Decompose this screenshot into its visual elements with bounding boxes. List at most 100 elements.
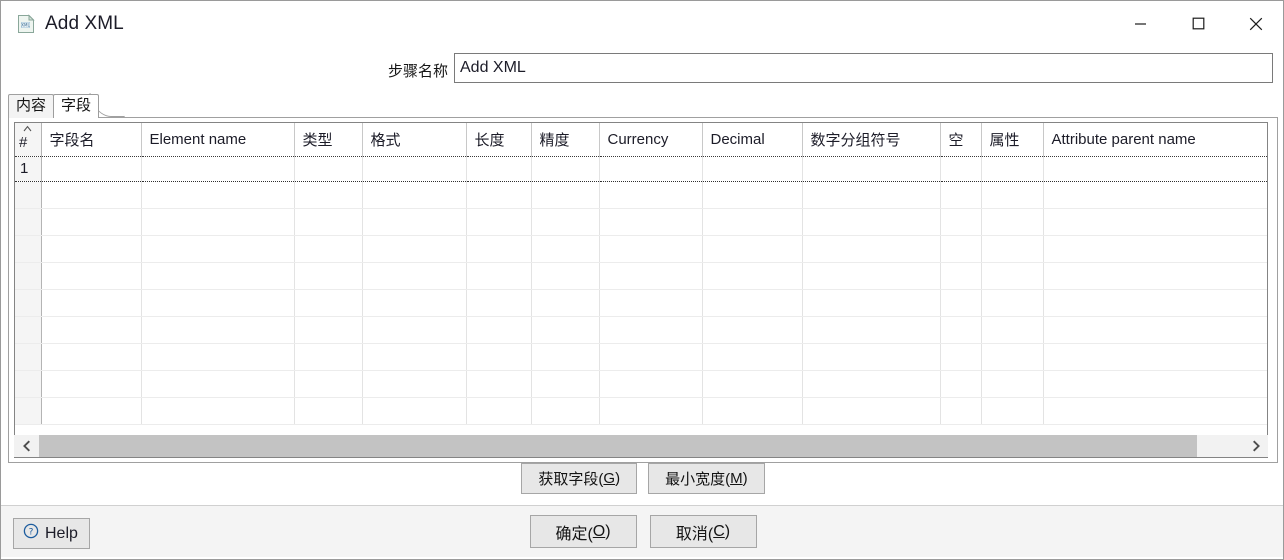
get-fields-button[interactable]: 获取字段( G): [521, 463, 638, 494]
cell-precision[interactable]: [531, 156, 600, 182]
cell-precision[interactable]: [531, 316, 600, 344]
cell-null[interactable]: [940, 208, 982, 236]
cell-format[interactable]: [362, 289, 467, 317]
cell-type[interactable]: [294, 316, 363, 344]
cell-currency[interactable]: [599, 262, 703, 290]
cell-decimal[interactable]: [702, 289, 803, 317]
cell-attrparent[interactable]: [1043, 156, 1267, 182]
cell-type[interactable]: [294, 208, 363, 236]
table-row[interactable]: [15, 370, 1267, 398]
cell-currency[interactable]: [599, 343, 703, 371]
cell-attrparent[interactable]: [1043, 235, 1267, 263]
cell-precision[interactable]: [531, 289, 600, 317]
cell-grouping[interactable]: [802, 316, 941, 344]
cell-currency[interactable]: [599, 397, 703, 425]
tab-content[interactable]: 内容: [8, 94, 55, 118]
cell-attribute[interactable]: [981, 208, 1044, 236]
cell-null[interactable]: [940, 156, 982, 182]
cell-fieldname[interactable]: [41, 370, 142, 398]
table-row[interactable]: [15, 262, 1267, 290]
table-row[interactable]: [15, 316, 1267, 344]
cell-grouping[interactable]: [802, 289, 941, 317]
chevron-left-icon[interactable]: [14, 435, 39, 457]
cell-type[interactable]: [294, 289, 363, 317]
cell-decimal[interactable]: [702, 181, 803, 209]
cell-elementname[interactable]: [141, 208, 295, 236]
cell-elementname[interactable]: [141, 156, 295, 182]
minimize-button[interactable]: [1111, 1, 1169, 46]
cell-attrparent[interactable]: [1043, 397, 1267, 425]
cell-format[interactable]: [362, 397, 467, 425]
fields-grid[interactable]: # 字段名 Element name 类型 格式 长度 精度 Currency …: [14, 122, 1268, 458]
cell-precision[interactable]: [531, 343, 600, 371]
cell-format[interactable]: [362, 343, 467, 371]
minimal-width-button[interactable]: 最小宽度(M): [648, 463, 765, 494]
cell-type[interactable]: [294, 370, 363, 398]
column-header-num[interactable]: #: [15, 123, 42, 157]
cell-format[interactable]: [362, 370, 467, 398]
cell-attrparent[interactable]: [1043, 208, 1267, 236]
chevron-right-icon[interactable]: [1243, 435, 1268, 457]
cell-precision[interactable]: [531, 370, 600, 398]
table-row[interactable]: [15, 235, 1267, 263]
cell-precision[interactable]: [531, 262, 600, 290]
cell-attribute[interactable]: [981, 156, 1044, 182]
cell-attrparent[interactable]: [1043, 289, 1267, 317]
cell-grouping[interactable]: [802, 343, 941, 371]
cell-currency[interactable]: [599, 316, 703, 344]
horizontal-scrollbar[interactable]: [14, 435, 1268, 457]
table-row[interactable]: [15, 181, 1267, 209]
cell-attribute[interactable]: [981, 316, 1044, 344]
cell-grouping[interactable]: [802, 181, 941, 209]
column-header-grouping[interactable]: 数字分组符号: [802, 123, 941, 157]
cell-length[interactable]: [466, 316, 532, 344]
cell-precision[interactable]: [531, 208, 600, 236]
cell-fieldname[interactable]: [41, 316, 142, 344]
column-header-currency[interactable]: Currency: [599, 123, 703, 157]
cell-format[interactable]: [362, 181, 467, 209]
cell-currency[interactable]: [599, 181, 703, 209]
table-row[interactable]: [15, 397, 1267, 425]
cell-type[interactable]: [294, 235, 363, 263]
cell-null[interactable]: [940, 181, 982, 209]
cell-decimal[interactable]: [702, 235, 803, 263]
cell-type[interactable]: [294, 343, 363, 371]
cell-format[interactable]: [362, 156, 467, 182]
cell-attribute[interactable]: [981, 397, 1044, 425]
cell-format[interactable]: [362, 316, 467, 344]
cell-type[interactable]: [294, 262, 363, 290]
cell-type[interactable]: [294, 397, 363, 425]
column-header-fieldname[interactable]: 字段名: [41, 123, 142, 157]
cell-format[interactable]: [362, 208, 467, 236]
cell-precision[interactable]: [531, 235, 600, 263]
scrollbar-thumb[interactable]: [39, 435, 1198, 457]
cell-length[interactable]: [466, 343, 532, 371]
table-row[interactable]: [15, 343, 1267, 371]
tab-fields[interactable]: 字段: [53, 94, 100, 118]
cell-length[interactable]: [466, 370, 532, 398]
cell-currency[interactable]: [599, 370, 703, 398]
cell-grouping[interactable]: [802, 262, 941, 290]
cell-null[interactable]: [940, 289, 982, 317]
cell-fieldname[interactable]: [41, 343, 142, 371]
cell-decimal[interactable]: [702, 343, 803, 371]
close-button[interactable]: [1227, 1, 1283, 46]
cell-fieldname[interactable]: [41, 397, 142, 425]
cell-elementname[interactable]: [141, 343, 295, 371]
column-header-attrparent[interactable]: Attribute parent name: [1043, 123, 1267, 157]
cell-decimal[interactable]: [702, 370, 803, 398]
cell-fieldname[interactable]: [41, 181, 142, 209]
cell-null[interactable]: [940, 343, 982, 371]
column-header-type[interactable]: 类型: [294, 123, 363, 157]
cell-currency[interactable]: [599, 208, 703, 236]
cell-format[interactable]: [362, 235, 467, 263]
cell-currency[interactable]: [599, 289, 703, 317]
cell-elementname[interactable]: [141, 235, 295, 263]
column-header-elementname[interactable]: Element name: [141, 123, 295, 157]
cell-decimal[interactable]: [702, 156, 803, 182]
cell-null[interactable]: [940, 397, 982, 425]
cell-grouping[interactable]: [802, 235, 941, 263]
ok-button[interactable]: 确定(O): [529, 515, 637, 548]
cell-format[interactable]: [362, 262, 467, 290]
cell-grouping[interactable]: [802, 208, 941, 236]
